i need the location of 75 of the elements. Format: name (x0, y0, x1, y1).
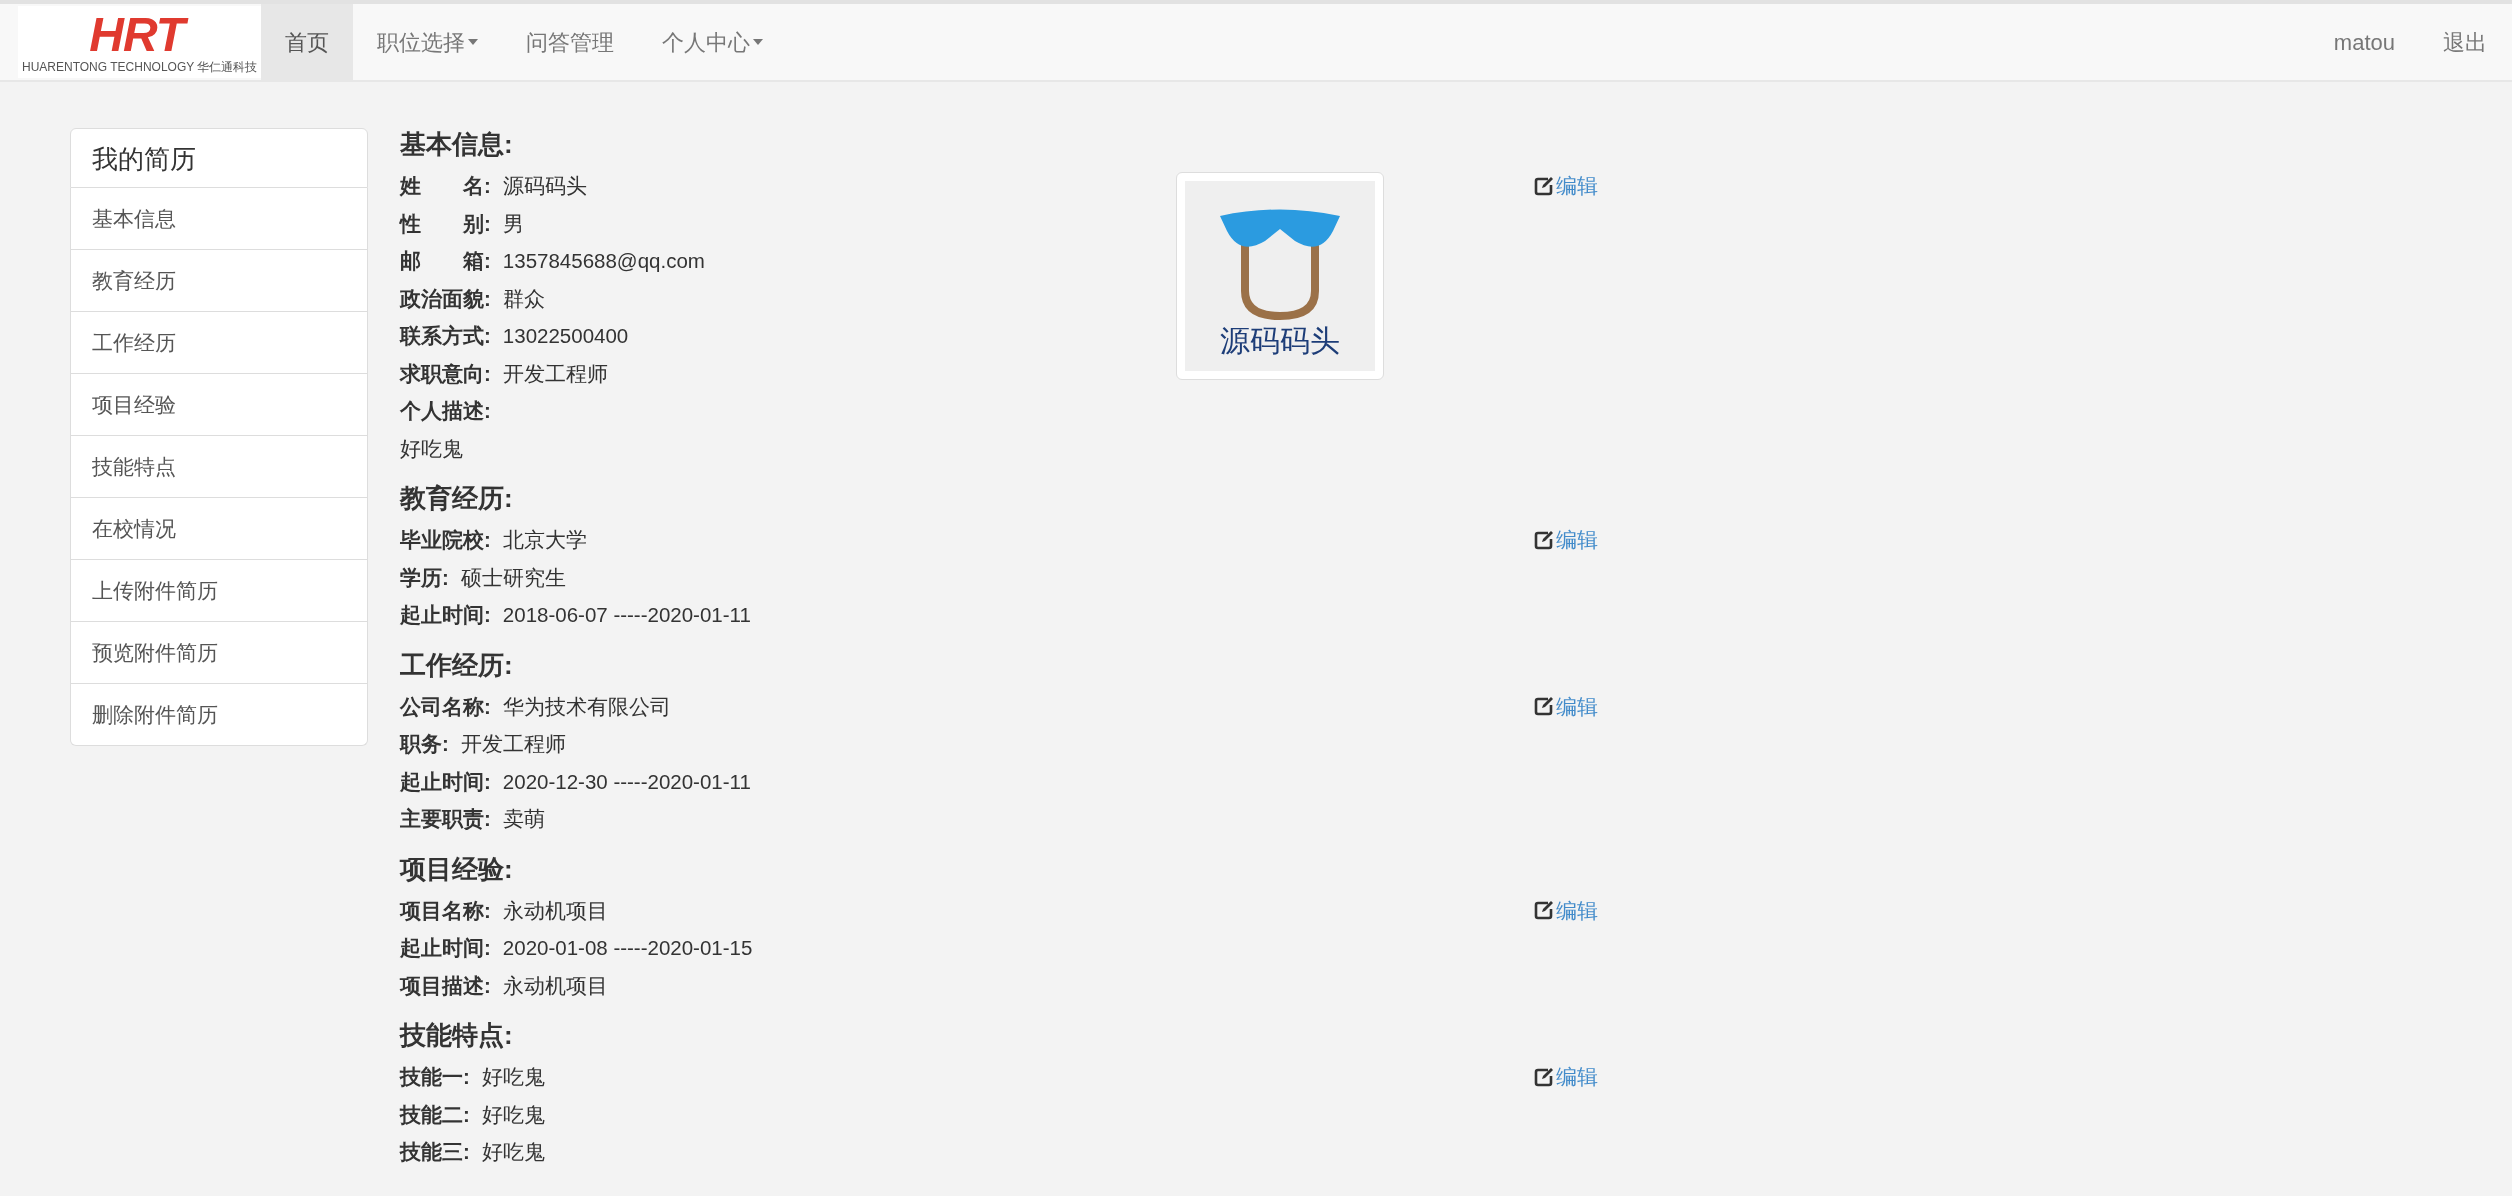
sidebar-item[interactable]: 上传附件简历 (70, 560, 368, 622)
field-value: 永动机项目 (502, 898, 608, 922)
field-value: 好吃鬼 (481, 1065, 545, 1088)
field-value: 好吃鬼 (481, 1102, 545, 1126)
field-value: 卖萌 (502, 807, 545, 830)
sidebar-item[interactable]: 工作经历 (70, 312, 368, 374)
field-label: 项目名称: (400, 898, 491, 922)
sidebar-title: 我的简历 (70, 128, 368, 188)
section-title: 技能特点: (400, 1019, 514, 1052)
logo[interactable]: HRT HUARENTONG TECHNOLOGY 华仁通科技 (18, 6, 262, 78)
section-title: 工作经历: (400, 648, 514, 682)
field-value: 好吃鬼 (400, 435, 464, 462)
edit-icon (1534, 529, 1554, 550)
field-value: 2018-06-07 -----2020-01-11 (502, 603, 751, 626)
field-label: 性 别: (400, 211, 491, 235)
sidebar-item[interactable]: 教育经历 (70, 250, 368, 312)
field-label: 技能三: (400, 1140, 470, 1163)
field-label: 项目描述: (400, 973, 491, 997)
field-label: 技能二: (400, 1102, 470, 1126)
field-value: 好吃鬼 (481, 1140, 545, 1163)
logo-tagline: HUARENTONG TECHNOLOGY 华仁通科技 (22, 60, 258, 74)
field-label: 职务: (400, 732, 449, 755)
section-title: 教育经历: (400, 482, 514, 515)
field-label: 起止时间: (400, 769, 491, 793)
field-label: 主要职责: (400, 807, 491, 830)
field-value: 华为技术有限公司 (502, 694, 671, 718)
edit-link[interactable]: 编辑 (1534, 167, 1598, 205)
nav-tab[interactable]: 首页 (261, 4, 354, 80)
sidebar-item[interactable]: 预览附件简历 (70, 622, 368, 684)
field-value: 开发工程师 (502, 361, 608, 385)
user-link[interactable]: matou (2309, 4, 2419, 80)
edit-icon (1534, 175, 1554, 196)
nav-tab[interactable]: 职位选择 (353, 4, 503, 80)
field-label: 求职意向: (400, 361, 491, 385)
edit-link[interactable]: 编辑 (1534, 521, 1598, 559)
edit-icon (1534, 900, 1554, 921)
field-value: 永动机项目 (502, 973, 608, 997)
logout-link[interactable]: 退出 (2419, 4, 2487, 80)
avatar-caption: 源码码头 (1220, 322, 1340, 360)
section-title: 基本信息: (400, 128, 514, 161)
sidebar-item[interactable]: 在校情况 (70, 498, 368, 560)
field-value: 1357845688@qq.com (502, 249, 705, 272)
field-value: 北京大学 (502, 528, 587, 551)
sidebar-item[interactable]: 技能特点 (70, 436, 368, 498)
field-label: 学历: (400, 565, 449, 589)
logo-mark: HRT (89, 10, 191, 60)
edit-link[interactable]: 编辑 (1534, 1058, 1598, 1096)
field-value: 群众 (502, 286, 545, 310)
field-label: 公司名称: (400, 694, 491, 718)
sidebar-item[interactable]: 项目经验 (70, 374, 368, 436)
nav-tab[interactable]: 问答管理 (502, 4, 639, 80)
edit-link[interactable]: 编辑 (1534, 687, 1598, 725)
section-title: 项目经验: (400, 852, 514, 886)
field-label: 邮 箱: (400, 249, 491, 272)
field-label: 起止时间: (400, 936, 491, 959)
edit-link[interactable]: 编辑 (1534, 891, 1598, 929)
sidebar-item[interactable]: 基本信息 (70, 188, 368, 250)
field-value: 2020-01-08 -----2020-01-15 (502, 936, 753, 959)
field-value: 男 (502, 211, 524, 235)
edit-icon (1534, 696, 1554, 717)
field-label: 姓 名: (400, 174, 491, 197)
field-value: 硕士研究生 (460, 565, 566, 589)
field-value: 13022500400 (502, 324, 629, 347)
edit-icon (1534, 1066, 1554, 1087)
nav-tab[interactable]: 个人中心 (638, 4, 788, 80)
field-label: 技能一: (400, 1065, 470, 1088)
field-label: 联系方式: (400, 324, 491, 347)
field-label: 毕业院校: (400, 528, 491, 551)
sidebar-item[interactable]: 删除附件简历 (70, 684, 368, 746)
field-label: 政治面貌: (400, 286, 491, 310)
field-label: 个人描述: (400, 398, 492, 424)
field-value: 源码码头 (502, 174, 587, 197)
field-value: 开发工程师 (460, 732, 566, 755)
field-value: 2020-12-30 -----2020-01-11 (502, 769, 751, 793)
field-label: 起止时间: (400, 603, 491, 626)
